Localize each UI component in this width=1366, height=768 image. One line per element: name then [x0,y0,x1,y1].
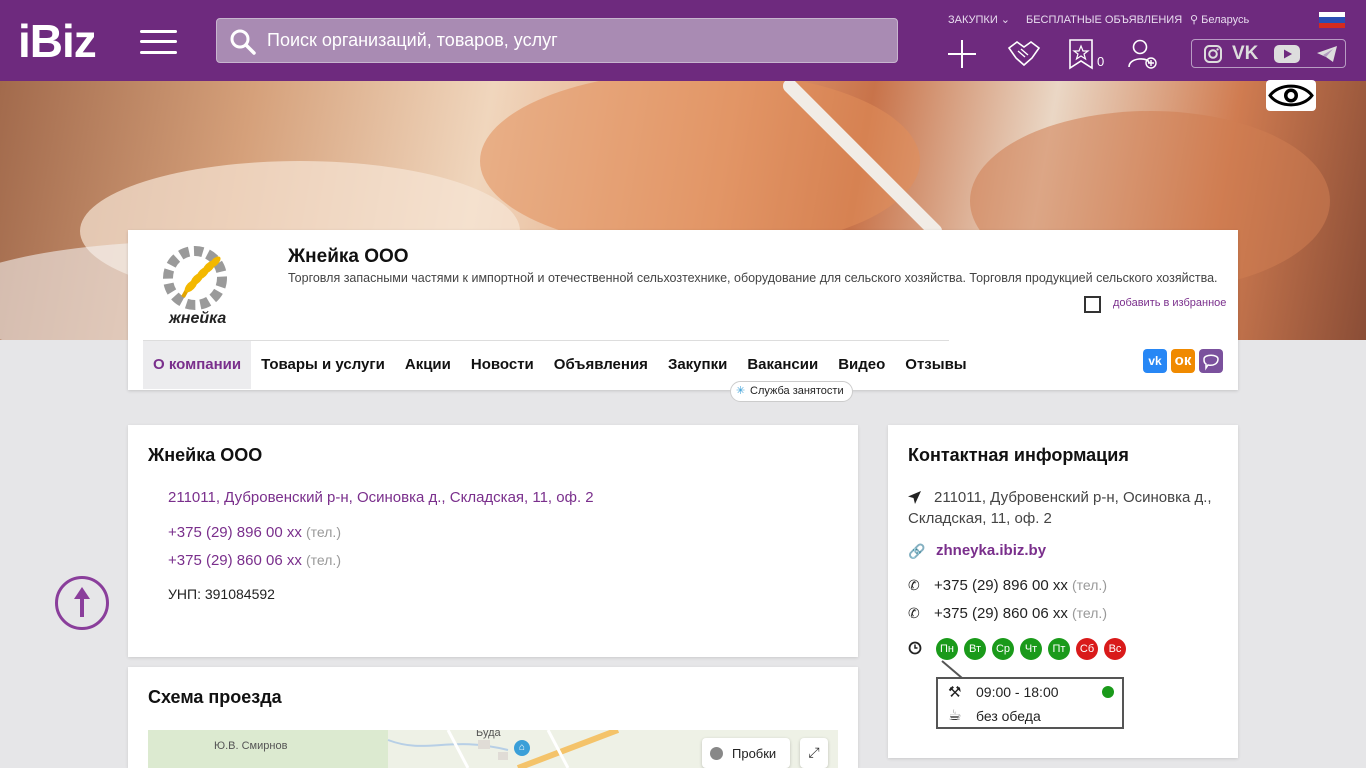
day-thu[interactable]: Чт [1020,638,1042,660]
traffic-icon [710,747,723,760]
day-sun[interactable]: Вс [1104,638,1126,660]
handshake-icon[interactable] [1007,38,1041,70]
search-icon[interactable] [229,28,257,56]
map-place-label: Буда [476,730,501,739]
viber-share-button[interactable] [1199,349,1223,373]
company-name: Жнейка ООО [288,246,409,267]
contacts-phone-1: +375 (29) 896 00 xx (тел.) [934,575,1107,596]
day-wed[interactable]: Ср [992,638,1014,660]
phone-type: (тел.) [306,524,341,540]
link-icon: 🔗 [908,543,926,559]
location-pin-icon: ⚲ [1190,14,1199,26]
tab-promotions[interactable]: Акции [395,341,461,389]
company-description: Торговля запасными частями к импортной и… [288,271,1218,285]
flag-stripe-red [1319,22,1345,28]
map-view[interactable]: Ю.В. Смирнов Буда ⌂ Пробки ⤢ [148,730,838,768]
map-title: Схема проезда [148,687,282,707]
contacts-title: Контактная информация [908,445,1129,465]
phone-number[interactable]: +375 (29) 896 00 xx [168,524,302,541]
accessibility-eye-icon[interactable] [1266,80,1316,111]
about-title: Жнейка ООО [148,445,263,465]
ok-share-button[interactable]: ок [1171,349,1195,373]
phone-type: (тел.) [1072,577,1107,593]
region-selector[interactable]: ⚲ Беларусь [1190,13,1249,27]
add-user-icon[interactable] [1127,38,1159,70]
chevron-down-icon: ⌄ [1000,14,1011,26]
employment-icon: ✳ [736,385,746,397]
company-logo-text: жнейка [169,310,227,327]
purchases-label: ЗАКУПКИ [948,14,998,26]
phone-icon: ✆ [908,577,920,593]
address-line-2: Складская, 11, оф. 2 [908,510,1052,527]
flag-icon[interactable] [1319,12,1345,28]
tab-ads[interactable]: Объявления [544,341,658,389]
employment-service-tooltip[interactable]: ✳ Служба занятости [730,381,853,402]
region-label: Беларусь [1201,14,1250,26]
open-status-indicator [1102,686,1114,698]
company-logo: жнейка [143,233,248,338]
tools-icon: ⚒ [948,684,962,701]
arrow-up-icon [74,587,90,617]
working-hours-box: ⚒ 09:00 - 18:00 ☕ без обеда [936,677,1124,729]
about-phone-2: +375 (29) 860 06 xx (тел.) [168,550,341,571]
scroll-to-top-button[interactable] [55,576,109,630]
day-tue[interactable]: Вт [964,638,986,660]
about-address[interactable]: 211011, Дубровенский р-н, Осиновка д., С… [168,487,594,508]
work-hours: 09:00 - 18:00 [976,684,1059,700]
tab-purchases[interactable]: Закупки [658,341,737,389]
phone-number[interactable]: +375 (29) 896 00 xx [934,577,1068,594]
viber-icon [1203,354,1219,371]
add-to-favorites-link[interactable]: добавить в избранное [1113,297,1226,309]
phone-number[interactable]: +375 (29) 860 06 xx [934,605,1068,622]
telegram-icon[interactable] [1316,45,1338,63]
tab-reviews[interactable]: Отзывы [895,341,976,389]
about-phone-1: +375 (29) 896 00 xx (тел.) [168,522,341,543]
tooltip-label: Служба занятости [750,385,844,397]
day-sat[interactable]: Сб [1076,638,1098,660]
clock-icon [908,641,922,655]
youtube-icon[interactable] [1274,45,1300,63]
search-bar [216,18,898,63]
social-links: VK [1191,39,1346,68]
company-tabs: О компании Товары и услуги Акции Новости… [143,341,977,389]
map-place-label: Ю.В. Смирнов [214,740,288,752]
vk-share-button[interactable]: vk [1143,349,1167,373]
menu-icon[interactable] [140,30,177,54]
contacts-address: 211011, Дубровенский р-н, Осиновка д., [908,487,1228,508]
hours-callout-pointer [941,660,963,679]
tab-products[interactable]: Товары и услуги [251,341,395,389]
phone-type: (тел.) [306,552,341,568]
lunch-info: без обеда [976,708,1041,724]
purchases-menu[interactable]: ЗАКУПКИ ⌄ [948,13,1010,27]
fullscreen-icon[interactable]: ⤢ [800,738,828,768]
address-line-1: 211011, Дубровенский р-н, Осиновка д., [934,489,1212,506]
coffee-icon: ☕ [948,707,962,724]
tab-news[interactable]: Новости [461,341,544,389]
traffic-label: Пробки [732,746,777,761]
favorites-count: 0 [1097,54,1105,69]
favorites-icon[interactable] [1068,38,1094,70]
phone-icon: ✆ [908,605,920,621]
website-link[interactable]: zhneyka.ibiz.by [936,542,1046,559]
day-mon[interactable]: Пн [936,638,958,660]
vk-share-icon: vk [1148,354,1162,368]
traffic-button[interactable]: Пробки [702,738,790,768]
ibiz-logo[interactable]: iBiz [18,17,97,65]
phone-type: (тел.) [1072,605,1107,621]
add-icon[interactable] [946,38,978,70]
shop-marker-icon[interactable]: ⌂ [514,740,530,756]
vk-icon[interactable]: VK [1232,43,1258,65]
instagram-icon[interactable] [1204,45,1222,63]
ok-share-icon: ок [1174,352,1192,369]
contacts-phone-2: +375 (29) 860 06 xx (тел.) [934,603,1107,624]
day-fri[interactable]: Пт [1048,638,1070,660]
unp-number: УНП: 391084592 [168,586,275,602]
search-input[interactable] [267,19,887,62]
tab-about[interactable]: О компании [143,341,252,389]
about-panel: Жнейка ООО 211011, Дубровенский р-н, Оси… [128,425,858,657]
phone-number[interactable]: +375 (29) 860 06 xx [168,552,302,569]
free-ads-link[interactable]: БЕСПЛАТНЫЕ ОБЪЯВЛЕНИЯ [1026,13,1182,27]
favorite-checkbox[interactable] [1084,296,1101,313]
